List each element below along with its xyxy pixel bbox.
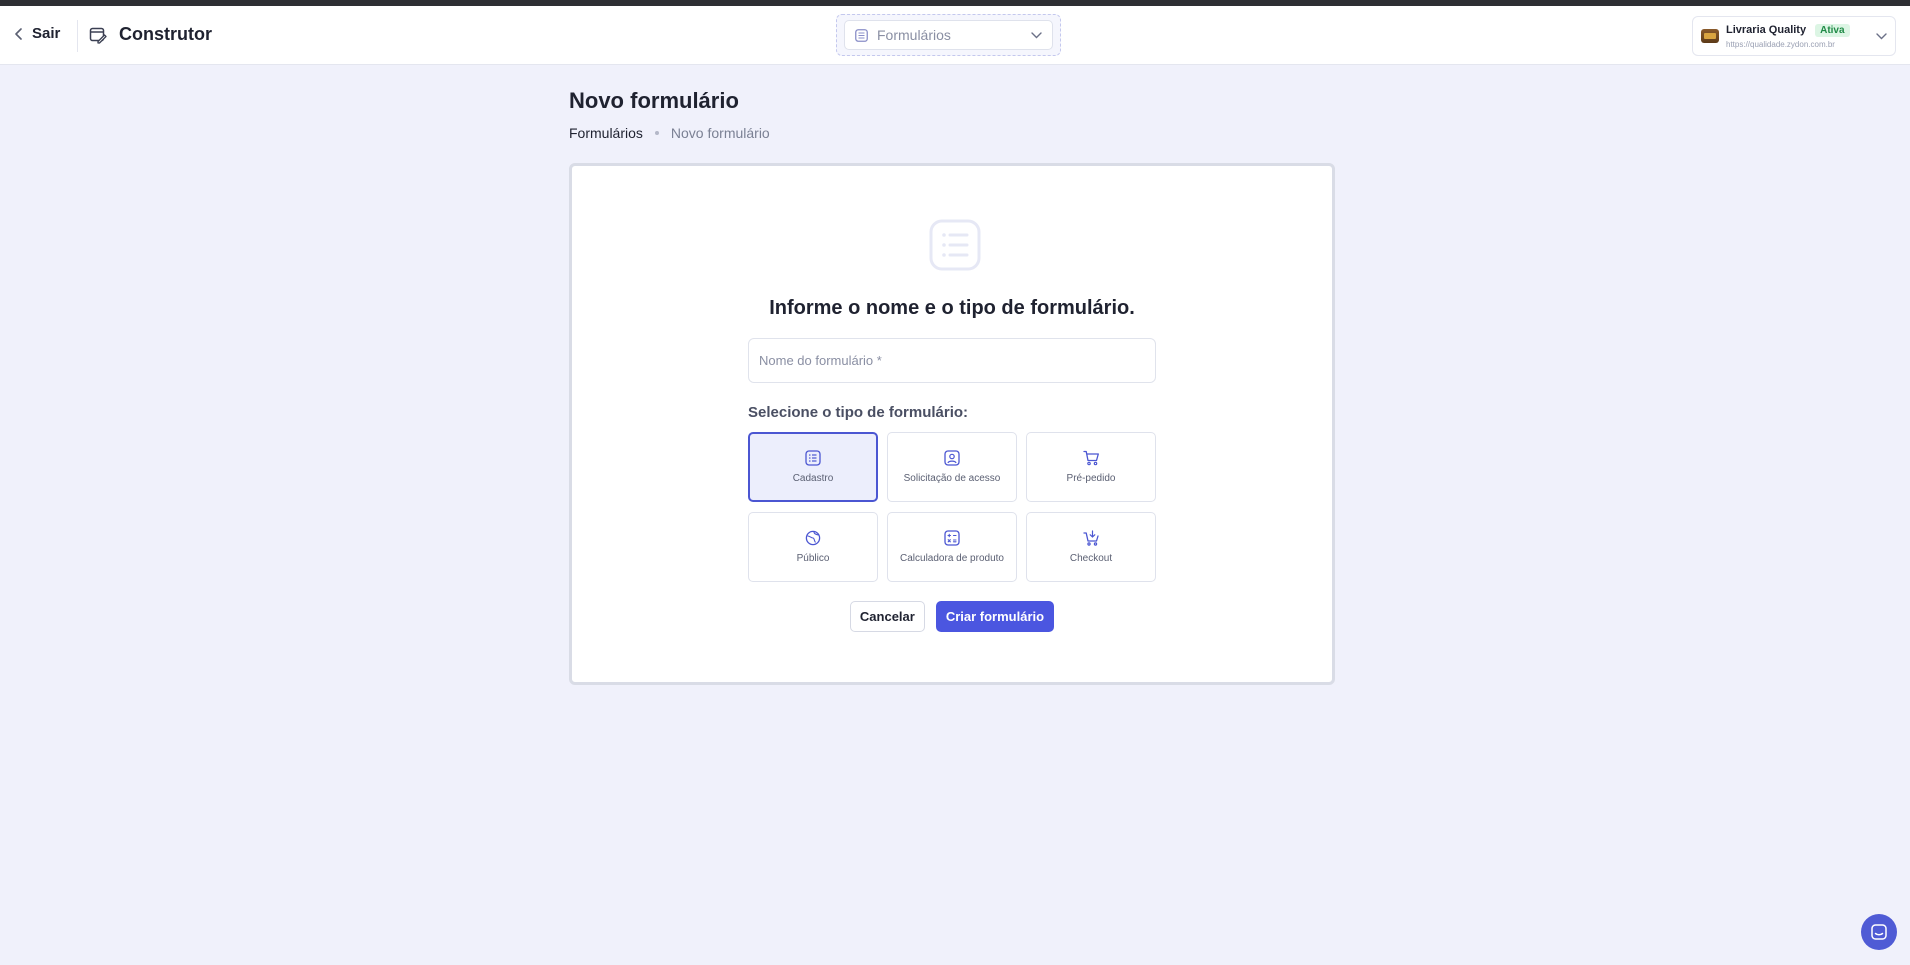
store-switcher[interactable]: Livraria Quality Ativa https://qualidade… [1692,16,1896,56]
cart-plus-icon [1082,530,1099,546]
header-divider [77,20,78,52]
top-bar: Sair Construtor Formulários Livraria Qua… [0,6,1910,65]
page-title: Novo formulário [569,88,739,113]
exit-button[interactable]: Sair [14,25,60,42]
breadcrumb-item-current: Novo formulário [670,125,770,141]
chevron-down-icon [1876,32,1887,39]
form-heading: Informe o nome e o tipo de formulário. [769,297,1135,319]
form-actions: Cancelar Criar formulário [572,601,1332,632]
new-form-card: Informe o nome e o tipo de formulário. S… [569,163,1335,685]
create-form-button[interactable]: Criar formulário [935,601,1055,632]
section-select-wrapper: Formulários [836,14,1061,56]
calculator-icon [944,530,960,546]
cart-icon [1082,450,1099,466]
store-logo [1701,29,1719,43]
chat-widget-button[interactable] [1861,914,1897,950]
breadcrumb-item-forms[interactable]: Formulários [569,125,643,141]
form-type-label-cadastro: Cadastro [792,473,834,484]
app-title-label: Construtor [119,24,212,44]
app-title: Construtor [89,24,212,45]
builder-icon [89,27,107,44]
form-type-label-pre-pedido: Pré-pedido [1066,473,1116,484]
form-type-calculadora-produto[interactable]: Calculadora de produto [887,512,1017,582]
form-type-cadastro[interactable]: Cadastro [748,432,878,502]
form-type-grid: Cadastro Solicitação de acesso Pré-pedid… [748,432,1156,582]
form-placeholder-icon [929,219,981,271]
store-url: https://qualidade.zydon.com.br [1726,39,1835,49]
form-type-label: Selecione o tipo de formulário: [748,404,969,421]
list-icon [805,450,821,466]
form-type-solicitacao-acesso[interactable]: Solicitação de acesso [887,432,1017,502]
section-select[interactable]: Formulários [844,20,1053,50]
form-list-icon [855,28,868,42]
chat-icon [1871,924,1887,940]
breadcrumb: Formulários Novo formulário [569,125,770,141]
form-type-label-publico: Público [796,553,830,564]
store-name: Livraria Quality [1726,24,1807,36]
status-badge: Ativa [1815,23,1850,37]
exit-label: Sair [32,25,61,42]
form-type-label-solicitacao: Solicitação de acesso [903,473,1001,484]
user-badge-icon [944,450,960,466]
form-name-input[interactable] [748,338,1156,383]
form-type-label-calculadora: Calculadora de produto [900,553,1004,564]
section-select-value: Formulários [877,27,951,43]
breadcrumb-separator [654,131,659,135]
form-type-publico[interactable]: Público [748,512,878,582]
cancel-button[interactable]: Cancelar [849,601,925,632]
globe-icon [805,530,821,546]
form-type-checkout[interactable]: Checkout [1026,512,1156,582]
form-type-label-checkout: Checkout [1069,553,1113,564]
form-type-pre-pedido[interactable]: Pré-pedido [1026,432,1156,502]
chevron-left-icon [15,27,22,40]
chevron-down-icon [1031,31,1042,38]
